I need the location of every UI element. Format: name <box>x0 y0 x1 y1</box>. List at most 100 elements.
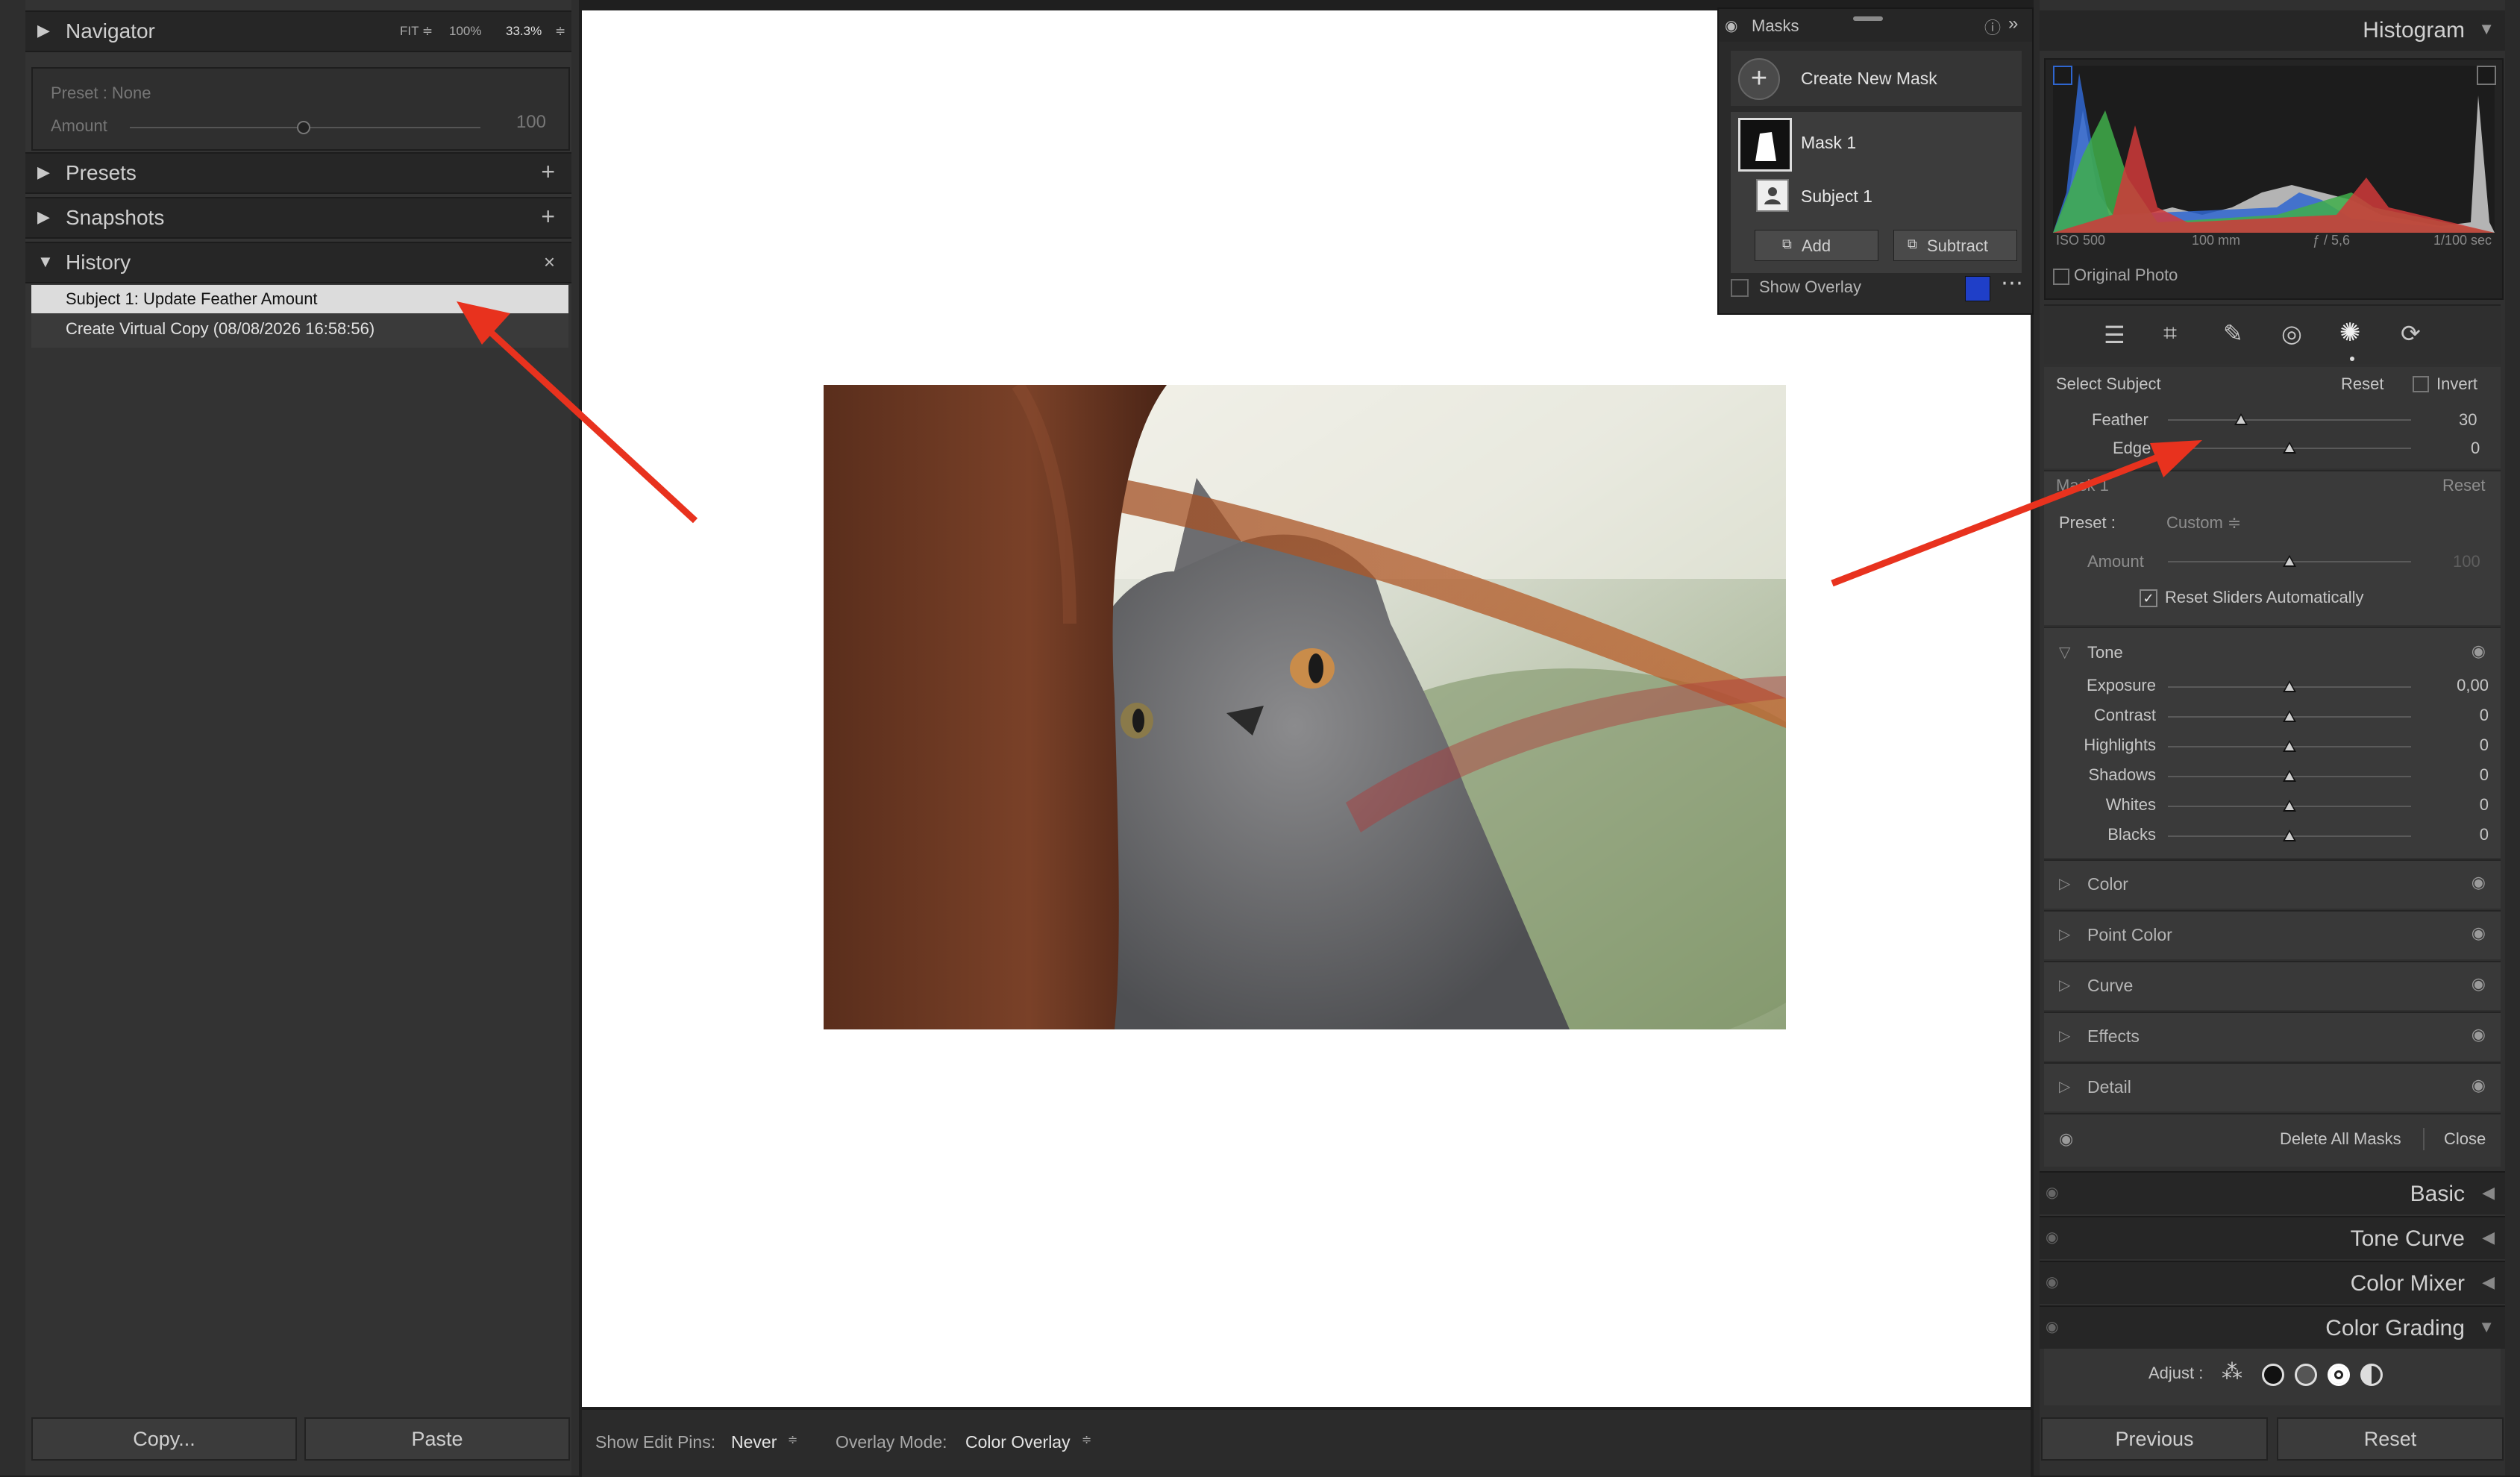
histogram-header[interactable]: Histogram ▼ <box>2040 10 2505 51</box>
dropdown-arrow-icon[interactable]: ≑ <box>788 1432 797 1447</box>
reset-sliders-checkbox[interactable]: ✓ <box>2140 589 2157 607</box>
slider-thumb[interactable] <box>2283 830 2296 841</box>
slider-thumb[interactable] <box>2283 680 2296 692</box>
tone-title[interactable]: Tone <box>2087 643 2123 662</box>
slider-value[interactable]: 0 <box>2480 765 2489 785</box>
invert-checkbox[interactable] <box>2413 376 2429 392</box>
tone-slider-exposure[interactable]: Exposure 0,00 <box>2044 676 2501 703</box>
drag-handle[interactable] <box>1853 16 1883 21</box>
slider-value[interactable]: 0 <box>2480 706 2489 725</box>
original-photo-checkbox[interactable] <box>2053 269 2069 285</box>
eye-icon[interactable]: ◉ <box>2472 974 2486 994</box>
add-button[interactable]: ⧉ Add <box>1755 230 1878 261</box>
select-subject-reset[interactable]: Reset <box>2341 374 2383 394</box>
crop-icon[interactable]: ⌗ <box>2163 319 2177 348</box>
eye-icon[interactable]: ◉ <box>2472 923 2486 943</box>
feather-slider-thumb[interactable] <box>2234 413 2248 425</box>
collapse-triangle-icon[interactable]: ▽ <box>2059 643 2070 662</box>
mask1-label[interactable]: Mask 1 <box>1801 133 1856 153</box>
history-item-selected[interactable]: Subject 1: Update Feather Amount <box>31 285 568 313</box>
subtract-button[interactable]: ⧉ Subtract <box>1893 230 2017 261</box>
tone-slider-blacks[interactable]: Blacks 0 <box>2044 825 2501 852</box>
show-overlay-checkbox[interactable] <box>1731 279 1749 297</box>
collapse-icon[interactable]: » <box>2008 13 2018 34</box>
help-icon[interactable]: ⓘ <box>1984 15 2001 39</box>
histogram-panel[interactable]: ISO 500 100 mm ƒ / 5,6 1/100 sec Origina… <box>2044 58 2504 300</box>
eye-icon[interactable]: ◉ <box>2472 1025 2486 1044</box>
tone-slider-whites[interactable]: Whites 0 <box>2044 795 2501 822</box>
masks-titlebar[interactable]: ◉ Masks ⓘ » <box>1719 9 2032 42</box>
more-options-icon[interactable]: ⋯ <box>2001 270 2023 296</box>
history-item[interactable]: Create Virtual Copy (08/08/2026 16:58:56… <box>31 315 568 343</box>
slider-value[interactable]: 0 <box>2480 736 2489 755</box>
clear-history-icon[interactable]: × <box>544 251 555 274</box>
panel-color-mixer[interactable]: ◉ Color Mixer ◀ <box>2040 1261 2505 1304</box>
tone-slider-shadows[interactable]: Shadows 0 <box>2044 765 2501 792</box>
presets-header[interactable]: ▶ Presets + <box>25 152 571 194</box>
slider-value[interactable]: 0 <box>2480 795 2489 815</box>
section-curve[interactable]: ▷ Curve ◉ <box>2044 961 2501 1010</box>
zoom-33-option[interactable]: 33.3% <box>506 24 542 39</box>
eye-icon[interactable]: ◉ <box>1725 16 1737 35</box>
zoom-fit-option[interactable]: FIT ≑ <box>400 24 433 39</box>
eye-icon[interactable]: ◉ <box>2472 1076 2486 1095</box>
midtones-wheel-icon[interactable] <box>2295 1364 2317 1386</box>
slider-thumb[interactable] <box>2283 800 2296 812</box>
shadows-wheel-icon[interactable] <box>2262 1364 2284 1386</box>
previous-button[interactable]: Previous <box>2041 1417 2268 1461</box>
section-detail[interactable]: ▷ Detail ◉ <box>2044 1062 2501 1111</box>
edge-slider-thumb[interactable] <box>2283 442 2296 454</box>
zoom-dropdown-arrow[interactable]: ≑ <box>555 24 565 39</box>
navigator-header[interactable]: ▶ Navigator FIT ≑ 100% 33.3% ≑ <box>25 10 571 52</box>
tone-slider-contrast[interactable]: Contrast 0 <box>2044 706 2501 733</box>
mask-section-reset[interactable]: Reset <box>2442 476 2485 495</box>
masking-icon[interactable]: ✺ <box>2339 318 2361 348</box>
mask-preset-dropdown[interactable]: Custom ≑ <box>2166 513 2241 533</box>
tone-slider-highlights[interactable]: Highlights 0 <box>2044 736 2501 762</box>
close-masks-button[interactable]: Close <box>2444 1129 2486 1149</box>
amount-slider-thumb[interactable] <box>297 121 310 134</box>
delete-all-masks-button[interactable]: Delete All Masks <box>2280 1129 2401 1149</box>
eye-icon[interactable]: ◉ <box>2472 642 2486 661</box>
three-way-icon[interactable]: ⁂ <box>2222 1359 2242 1384</box>
mask-thumbnail[interactable] <box>1738 118 1792 172</box>
snapshots-header[interactable]: ▶ Snapshots + <box>25 197 571 239</box>
eye-icon[interactable]: ◉ <box>2046 1273 2058 1291</box>
highlight-clip-toggle[interactable] <box>2477 66 2496 85</box>
photo-preview[interactable] <box>824 385 1786 1029</box>
global-wheel-icon[interactable] <box>2360 1364 2383 1386</box>
section-point-color[interactable]: ▷ Point Color ◉ <box>2044 910 2501 959</box>
history-header[interactable]: ▼ History × <box>25 242 571 283</box>
slider-value[interactable]: 0 <box>2480 825 2489 844</box>
red-eye-icon[interactable]: ◎ <box>2281 319 2302 348</box>
section-color[interactable]: ▷ Color ◉ <box>2044 859 2501 909</box>
overlay-mode-dropdown[interactable]: Color Overlay <box>965 1432 1071 1452</box>
copy-button[interactable]: Copy... <box>31 1417 297 1461</box>
slider-thumb[interactable] <box>2283 770 2296 782</box>
create-new-mask-button[interactable]: + Create New Mask <box>1731 51 2022 106</box>
healing-eraser-icon[interactable]: ✎ <box>2223 319 2243 348</box>
edit-sliders-icon[interactable]: ☰ <box>2104 321 2125 349</box>
paste-button[interactable]: Paste <box>304 1417 570 1461</box>
eye-icon[interactable]: ◉ <box>2046 1228 2058 1246</box>
add-preset-icon[interactable]: + <box>541 158 555 186</box>
overlay-color-swatch[interactable] <box>1965 276 1990 301</box>
add-snapshot-icon[interactable]: + <box>541 203 555 231</box>
panel-tone-curve[interactable]: ◉ Tone Curve ◀ <box>2040 1216 2505 1259</box>
eye-icon[interactable]: ◉ <box>2046 1317 2058 1336</box>
feather-slider-track[interactable] <box>2168 419 2411 421</box>
subject1-label[interactable]: Subject 1 <box>1801 186 1872 207</box>
highlights-wheel-icon[interactable] <box>2328 1364 2350 1386</box>
presets-cycle-icon[interactable]: ⟳ <box>2401 319 2421 348</box>
panel-color-grading[interactable]: ◉ Color Grading ▼ <box>2040 1305 2505 1349</box>
eye-icon[interactable]: ◉ <box>2472 873 2486 892</box>
mask-amount-thumb[interactable] <box>2283 555 2296 567</box>
slider-value[interactable]: 0,00 <box>2457 676 2489 695</box>
slider-thumb[interactable] <box>2283 710 2296 722</box>
edit-pins-dropdown[interactable]: Never <box>731 1432 777 1452</box>
edge-value[interactable]: 0 <box>2471 439 2480 458</box>
dropdown-arrow-icon[interactable]: ≑ <box>1082 1432 1091 1447</box>
reset-button[interactable]: Reset <box>2277 1417 2504 1461</box>
section-effects[interactable]: ▷ Effects ◉ <box>2044 1012 2501 1061</box>
eye-icon[interactable]: ◉ <box>2046 1183 2058 1202</box>
